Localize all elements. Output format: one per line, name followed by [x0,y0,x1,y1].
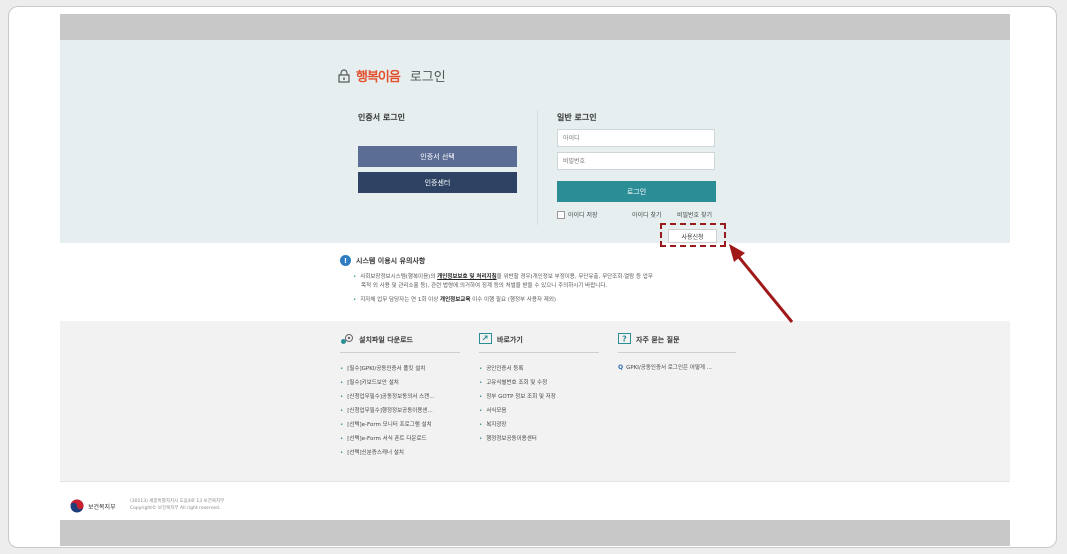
shortcuts-header: 바로가기 [479,333,523,346]
shortcut-item[interactable]: • 정부 GOTP 정보 조회 및 저장 [479,392,556,400]
ministry-name: 보건복지부 [88,503,116,511]
faq-q-icon: Q [618,364,624,371]
ministry-logo: 보건복지부 [70,499,116,513]
download-item[interactable]: • [선택]e-Form 서식 폰트 다운로드 [340,434,427,442]
download-item[interactable]: • [필수]GPKI/공동인증서 폴킷 설치 [340,364,425,372]
download-item[interactable]: • [선택]e-Form 모니터 프로그램 설치 [340,420,432,428]
shortcut-item[interactable]: • 행정정보공동이용센터 [479,434,537,442]
download-item[interactable]: • [신청업무필수]행정정보공동이용센... [340,406,433,414]
shortcut-icon [479,333,492,346]
shortcuts-underline [479,352,599,353]
notice-line-2: 목적 외 사용 및 관리소홀 등), 관련 법령에 의거하여 징계 등의 처벌을… [361,283,608,289]
shortcut-item[interactable]: • 공인인증서 등록 [479,364,523,372]
faq-item[interactable]: Q GPKI/공동인증서 로그인은 어떻게 ... [618,363,712,371]
downloads-title: 설치파일 다운로드 [359,336,413,344]
taegeuk-icon [70,499,84,513]
svg-text:?: ? [622,335,627,344]
faq-title: 자주 묻는 질문 [636,335,680,344]
question-icon: ? [618,333,631,346]
notice-header: ! 시스템 이용시 유의사항 [340,255,425,266]
footer-info: (30113) 세종특별자치시 도움4로 13 보건복지부 Copyright©… [130,498,224,512]
footer-address: (30113) 세종특별자치시 도움4로 13 보건복지부 [130,499,225,504]
downloads-underline [340,352,460,353]
settings-download-icon [340,333,354,347]
shortcuts-title: 바로가기 [497,335,523,344]
exclamation-icon: ! [340,255,351,266]
notice-line-3: • 지자체 업무 담당자는 연 1회 이상 개인정보교육 이수 이행 필요 (행정… [353,297,557,303]
notice-line-1: • 사회보장정보시스템(행복이음)의 개인정보보호 및 처리지침을 위반할 경우(… [353,274,653,280]
shortcut-item[interactable]: • 서식모음 [479,406,507,414]
faq-underline [618,352,736,353]
download-item[interactable]: • [신청업무필수]공동정보동의서 스캔... [340,392,434,400]
shortcut-item[interactable]: • 복지광장 [479,420,507,428]
download-item[interactable]: • [필수]키보드보안 설치 [340,378,399,386]
downloads-header: 설치파일 다운로드 [340,333,413,347]
footer-copyright: Copyright© 보건복지부 All right reserved. [130,506,221,511]
notice-title: 시스템 이용시 유의사항 [356,256,426,265]
download-item[interactable]: • [선택]신분증스캐너 설치 [340,448,404,456]
faq-header: ? 자주 묻는 질문 [618,333,680,346]
shortcut-item[interactable]: • 고유식별번호 조회 및 수정 [479,378,547,386]
